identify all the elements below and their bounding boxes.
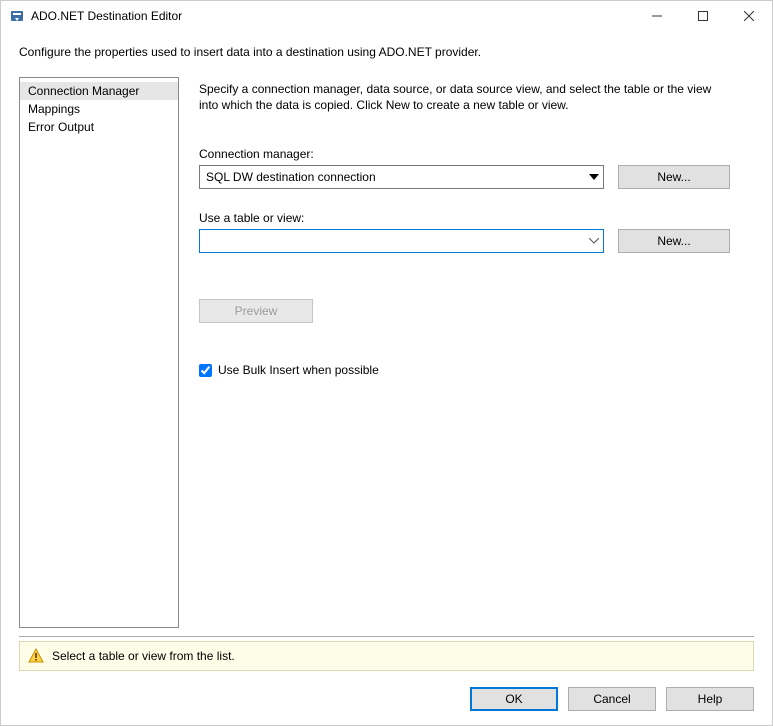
content-panel: Specify a connection manager, data sourc… (193, 77, 754, 628)
bulk-insert-row: Use Bulk Insert when possible (199, 363, 730, 377)
new-table-button[interactable]: New... (618, 229, 730, 253)
chevron-down-icon (585, 230, 603, 252)
connection-manager-value: SQL DW destination connection (200, 170, 585, 184)
table-view-input[interactable] (200, 230, 585, 252)
cancel-button[interactable]: Cancel (568, 687, 656, 711)
title-bar: ADO.NET Destination Editor (1, 1, 772, 31)
chevron-down-icon (585, 166, 603, 188)
help-button[interactable]: Help (666, 687, 754, 711)
ok-button[interactable]: OK (470, 687, 558, 711)
close-button[interactable] (726, 1, 772, 31)
status-message: Select a table or view from the list. (52, 649, 235, 663)
bulk-insert-checkbox[interactable] (199, 364, 212, 377)
status-bar: Select a table or view from the list. (19, 641, 754, 671)
main-area: Connection Manager Mappings Error Output… (1, 77, 772, 636)
page-description: Configure the properties used to insert … (1, 31, 772, 77)
footer: OK Cancel Help (1, 681, 772, 725)
sidebar-item-error-output[interactable]: Error Output (20, 118, 178, 136)
connection-manager-dropdown[interactable]: SQL DW destination connection (199, 165, 604, 189)
sidebar-item-label: Connection Manager (28, 84, 139, 98)
maximize-button[interactable] (680, 1, 726, 31)
preview-button: Preview (199, 299, 313, 323)
table-view-combobox[interactable] (199, 229, 604, 253)
new-connection-button[interactable]: New... (618, 165, 730, 189)
instruction-text: Specify a connection manager, data sourc… (199, 81, 730, 113)
warning-icon (28, 648, 44, 664)
sidebar: Connection Manager Mappings Error Output (19, 77, 179, 628)
window-title: ADO.NET Destination Editor (31, 9, 634, 23)
status-strip: Select a table or view from the list. (19, 636, 754, 671)
bulk-insert-label: Use Bulk Insert when possible (218, 363, 379, 377)
minimize-button[interactable] (634, 1, 680, 31)
connection-manager-label: Connection manager: (199, 147, 730, 161)
table-label: Use a table or view: (199, 211, 730, 225)
sidebar-item-label: Mappings (28, 102, 80, 116)
sidebar-item-connection-manager[interactable]: Connection Manager (20, 82, 178, 100)
app-icon (9, 8, 25, 24)
sidebar-item-mappings[interactable]: Mappings (20, 100, 178, 118)
sidebar-item-label: Error Output (28, 120, 94, 134)
